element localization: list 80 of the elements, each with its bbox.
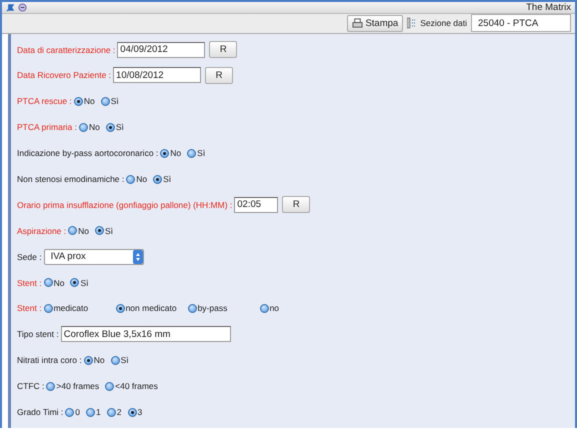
- field-label: Nitrati intra coro :: [17, 355, 82, 366]
- radio-button[interactable]: [84, 356, 93, 365]
- reset-button[interactable]: R: [282, 196, 310, 214]
- radio-button[interactable]: [68, 226, 78, 236]
- input-field[interactable]: 10/08/2012: [113, 67, 202, 84]
- radio-button[interactable]: [44, 278, 53, 288]
- radio-button[interactable]: [105, 382, 114, 391]
- radio-button[interactable]: [106, 122, 115, 132]
- option-label: Sì: [120, 355, 129, 366]
- option-label: No: [89, 122, 100, 132]
- input-field[interactable]: 02:05: [234, 196, 278, 213]
- printer-icon: [352, 18, 364, 29]
- radio-button[interactable]: [188, 304, 197, 313]
- radio-button[interactable]: [160, 148, 170, 158]
- radio-button[interactable]: [187, 148, 196, 158]
- field-label: Stent :: [17, 303, 42, 314]
- option-label: medicato: [54, 303, 88, 314]
- option-label: 1: [96, 407, 101, 418]
- option-label: No: [54, 278, 64, 288]
- spinner-icon[interactable]: [132, 250, 143, 264]
- field-label: Tipo stent :: [17, 329, 59, 340]
- reset-button[interactable]: R: [209, 41, 238, 58]
- input-field[interactable]: Coroflex Blue 3,5x16 mm: [60, 326, 231, 342]
- radio-button[interactable]: [126, 174, 136, 184]
- option-label: by-pass: [198, 303, 228, 314]
- minimize-icon[interactable]: [18, 3, 27, 12]
- option-label: No: [170, 148, 182, 158]
- field-label: Grado Timi :: [17, 407, 64, 418]
- field-label: Aspirazione :: [17, 226, 66, 236]
- window-title: The Matrix: [526, 2, 571, 13]
- dropdown[interactable]: IVA prox: [44, 248, 144, 265]
- option-label: Sì: [163, 174, 172, 184]
- option-label: No: [136, 174, 148, 184]
- option-label: non medicato: [126, 303, 177, 314]
- option-label: Sì: [110, 96, 119, 106]
- radio-button[interactable]: [86, 408, 96, 417]
- radio-button[interactable]: [44, 304, 53, 313]
- radio-button[interactable]: [79, 122, 88, 132]
- option-label: <40 frames: [115, 381, 158, 392]
- reset-button[interactable]: R: [205, 66, 234, 84]
- radio-button[interactable]: [100, 96, 110, 106]
- option-label: No: [78, 226, 90, 236]
- field-label: Orario prima insufflazione (gonfiaggio pallone) (HH:MM) :: [17, 200, 232, 210]
- field-label: Data Ricovero Paziente :: [17, 70, 112, 80]
- option-label: Sì: [116, 122, 124, 132]
- field-label: Sede :: [17, 252, 42, 262]
- option-label: Sì: [105, 226, 114, 236]
- section-icon: [407, 17, 416, 30]
- option-label: >40 frames: [56, 381, 100, 392]
- field-label: Stent :: [17, 278, 42, 288]
- input-field[interactable]: 04/09/2012: [117, 42, 206, 58]
- field-label: CTFC :: [17, 381, 44, 392]
- print-button[interactable]: Stampa: [347, 14, 404, 32]
- field-label: Indicazione by-pass aortocoronarico :: [17, 148, 158, 158]
- radio-button[interactable]: [70, 278, 80, 288]
- option-label: 2: [116, 407, 122, 418]
- option-label: 0: [75, 407, 80, 418]
- radio-button[interactable]: [116, 304, 125, 313]
- radio-button[interactable]: [128, 408, 136, 417]
- field-label: Non stenosi emodinamiche :: [17, 174, 124, 184]
- option-label: no: [270, 303, 280, 314]
- field-label: PTCA rescue :: [17, 96, 72, 106]
- section-label: Sezione dati: [420, 18, 467, 28]
- option-label: No: [94, 355, 105, 366]
- option-label: No: [84, 96, 95, 106]
- radio-button[interactable]: [95, 226, 104, 236]
- option-label: 3: [138, 407, 142, 418]
- radio-button[interactable]: [46, 382, 56, 391]
- section-dropdown[interactable]: 25040 - PTCA: [471, 14, 571, 32]
- pin-icon[interactable]: [6, 3, 15, 12]
- radio-button[interactable]: [106, 408, 116, 417]
- option-label: Sì: [197, 148, 206, 158]
- option-label: Sì: [80, 278, 88, 288]
- radio-button[interactable]: [153, 174, 162, 184]
- radio-button[interactable]: [110, 356, 120, 365]
- radio-button[interactable]: [260, 304, 269, 313]
- field-label: PTCA primaria :: [17, 122, 77, 132]
- radio-button[interactable]: [74, 96, 83, 106]
- field-label: Data di caratterizzazione :: [17, 44, 116, 55]
- radio-button[interactable]: [65, 408, 74, 417]
